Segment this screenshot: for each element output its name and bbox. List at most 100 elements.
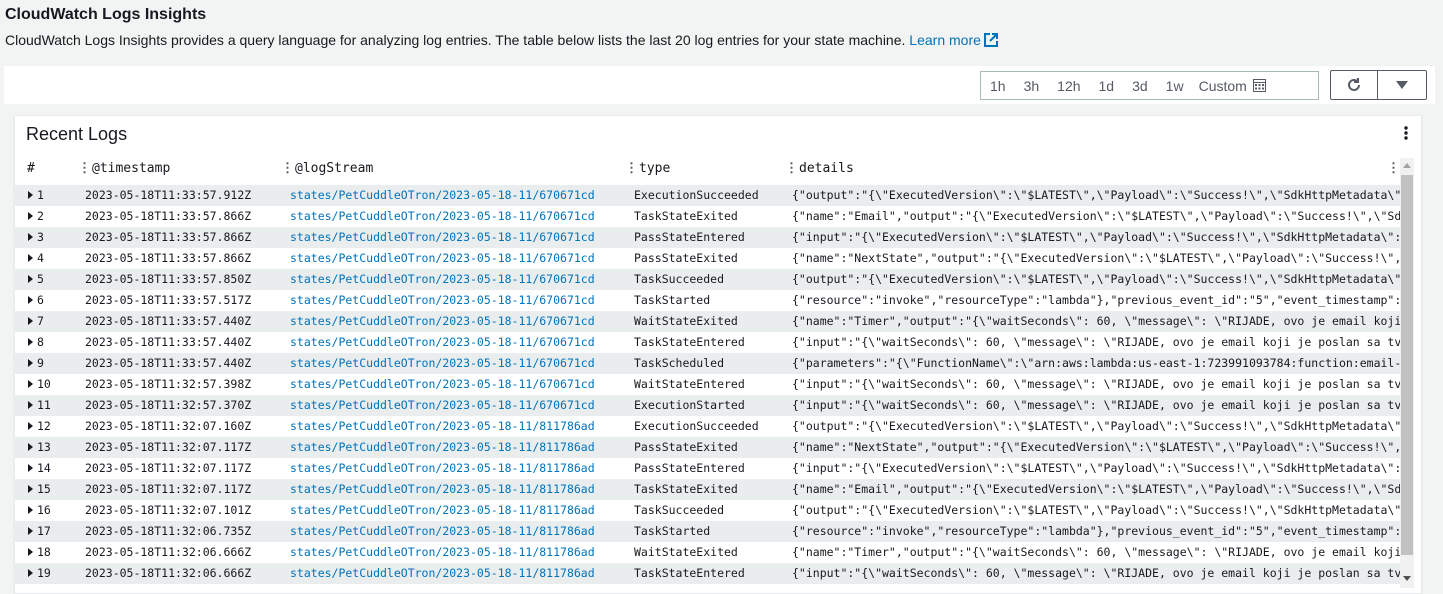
logstream-link[interactable]: states/PetCuddleOTron/2023-05-18-11/6706… (290, 209, 630, 223)
logstream-link[interactable]: states/PetCuddleOTron/2023-05-18-11/8117… (290, 419, 630, 433)
logstream-link[interactable]: states/PetCuddleOTron/2023-05-18-11/6706… (290, 398, 630, 412)
vertical-scrollbar[interactable] (1400, 158, 1414, 588)
table-row[interactable]: 12 2023-05-18T11:32:07.160Z states/PetCudd… (15, 416, 1413, 437)
row-expand-toggle[interactable]: 7 (28, 314, 78, 328)
row-expand-toggle[interactable]: 13 (28, 440, 78, 454)
row-expand-toggle[interactable]: 19 (28, 566, 78, 580)
table-row[interactable]: 5 2023-05-18T11:33:57.850Z states/PetCuddl… (15, 269, 1413, 290)
logstream-link[interactable]: states/PetCuddleOTron/2023-05-18-11/6706… (290, 188, 630, 202)
type-cell: ExecutionSucceeded (634, 419, 759, 433)
range-1w-button[interactable]: 1w (1157, 72, 1193, 99)
expand-arrow-icon (28, 191, 33, 199)
table-row[interactable]: 8 2023-05-18T11:33:57.440Z states/PetCuddl… (15, 332, 1413, 353)
column-resize-handle[interactable]: ⋮ (78, 161, 91, 176)
column-header-logstream[interactable]: ⋮@logStream (281, 161, 373, 176)
refresh-options-dropdown[interactable] (1377, 70, 1427, 100)
column-header-type[interactable]: ⋮type (625, 161, 670, 176)
row-expand-toggle[interactable]: 3 (28, 230, 78, 244)
table-row[interactable]: 15 2023-05-18T11:32:07.117Z states/PetCudd… (15, 479, 1413, 500)
table-row[interactable]: 7 2023-05-18T11:33:57.440Z states/PetCuddl… (15, 311, 1413, 332)
column-resize-handle[interactable]: ⋮ (281, 161, 294, 176)
column-resize-handle[interactable]: ⋮ (1387, 161, 1401, 176)
logstream-link[interactable]: states/PetCuddleOTron/2023-05-18-11/6706… (290, 356, 630, 370)
row-expand-toggle[interactable]: 4 (28, 251, 78, 265)
row-expand-toggle[interactable]: 9 (28, 356, 78, 370)
row-expand-toggle[interactable]: 5 (28, 272, 78, 286)
timestamp-cell: 2023-05-18T11:32:06.666Z (85, 566, 252, 580)
logstream-link[interactable]: states/PetCuddleOTron/2023-05-18-11/8117… (290, 524, 630, 538)
scroll-thumb[interactable] (1401, 175, 1413, 555)
row-index: 18 (37, 545, 51, 559)
table-row[interactable]: 11 2023-05-18T11:32:57.370Z states/PetCudd… (15, 395, 1413, 416)
logstream-link[interactable]: states/PetCuddleOTron/2023-05-18-11/6706… (290, 335, 630, 349)
row-expand-toggle[interactable]: 15 (28, 482, 78, 496)
column-header-details[interactable]: ⋮details (785, 161, 854, 176)
table-row[interactable]: 6 2023-05-18T11:33:57.517Z states/PetCuddl… (15, 290, 1413, 311)
details-cell: {"name":"Timer","output":"{\"waitSeconds… (792, 314, 1412, 328)
table-row[interactable]: 18 2023-05-18T11:32:06.666Z states/PetCudd… (15, 542, 1413, 563)
row-expand-toggle[interactable]: 12 (28, 419, 78, 433)
scroll-up-arrow-icon[interactable] (1403, 163, 1411, 168)
expand-arrow-icon (28, 254, 33, 262)
timestamp-cell: 2023-05-18T11:32:57.398Z (85, 377, 252, 391)
logstream-link[interactable]: states/PetCuddleOTron/2023-05-18-11/8117… (290, 482, 630, 496)
range-3d-button[interactable]: 3d (1123, 72, 1157, 99)
table-row[interactable]: 9 2023-05-18T11:33:57.440Z states/PetCuddl… (15, 353, 1413, 374)
details-cell: {"input":"{\"waitSeconds\": 60, \"messag… (792, 398, 1412, 412)
table-row[interactable]: 17 2023-05-18T11:32:06.735Z states/PetCudd… (15, 521, 1413, 542)
refresh-button[interactable] (1330, 70, 1378, 100)
table-row[interactable]: 14 2023-05-18T11:32:07.117Z states/PetCudd… (15, 458, 1413, 479)
scroll-down-arrow-icon[interactable] (1403, 576, 1411, 581)
type-cell: PassStateEntered (634, 461, 745, 475)
logstream-link[interactable]: states/PetCuddleOTron/2023-05-18-11/6706… (290, 230, 630, 244)
recent-logs-panel: Recent Logs # ⋮@timestamp ⋮@logStream ⋮t… (14, 115, 1422, 594)
learn-more-label: Learn more (909, 32, 981, 48)
row-index: 13 (37, 440, 51, 454)
row-expand-toggle[interactable]: 1 (28, 188, 78, 202)
logstream-link[interactable]: states/PetCuddleOTron/2023-05-18-11/6706… (290, 272, 630, 286)
logstream-link[interactable]: states/PetCuddleOTron/2023-05-18-11/6706… (290, 293, 630, 307)
logstream-link[interactable]: states/PetCuddleOTron/2023-05-18-11/8117… (290, 545, 630, 559)
learn-more-link[interactable]: Learn more (909, 32, 998, 48)
row-expand-toggle[interactable]: 17 (28, 524, 78, 538)
table-row[interactable]: 4 2023-05-18T11:33:57.866Z states/PetCuddl… (15, 248, 1413, 269)
row-expand-toggle[interactable]: 14 (28, 461, 78, 475)
row-expand-toggle[interactable]: 8 (28, 335, 78, 349)
column-resize-handle[interactable]: ⋮ (785, 161, 798, 176)
logstream-link[interactable]: states/PetCuddleOTron/2023-05-18-11/6706… (290, 377, 630, 391)
table-row[interactable]: 13 2023-05-18T11:32:07.117Z states/PetCudd… (15, 437, 1413, 458)
range-custom-button[interactable]: Custom (1193, 72, 1275, 99)
table-row[interactable]: 1 2023-05-18T11:33:57.912Z states/PetCuddl… (15, 185, 1413, 206)
table-row[interactable]: 2 2023-05-18T11:33:57.866Z states/PetCuddl… (15, 206, 1413, 227)
row-expand-toggle[interactable]: 18 (28, 545, 78, 559)
type-cell: WaitStateExited (634, 314, 738, 328)
kebab-menu-icon[interactable] (1404, 126, 1408, 140)
row-expand-toggle[interactable]: 11 (28, 398, 78, 412)
logstream-link[interactable]: states/PetCuddleOTron/2023-05-18-11/6706… (290, 314, 630, 328)
range-3h-button[interactable]: 3h (1015, 72, 1049, 99)
type-cell: PassStateEntered (634, 230, 745, 244)
logstream-link[interactable]: states/PetCuddleOTron/2023-05-18-11/8117… (290, 440, 630, 454)
row-expand-toggle[interactable]: 2 (28, 209, 78, 223)
expand-arrow-icon (28, 338, 33, 346)
table-row[interactable]: 16 2023-05-18T11:32:07.101Z states/PetCudd… (15, 500, 1413, 521)
range-1d-button[interactable]: 1d (1090, 72, 1124, 99)
column-header-timestamp[interactable]: ⋮@timestamp (78, 161, 170, 176)
logstream-link[interactable]: states/PetCuddleOTron/2023-05-18-11/6706… (290, 251, 630, 265)
details-cell: {"input":"{\"ExecutedVersion\":\"$LATEST… (792, 461, 1412, 475)
logstream-link[interactable]: states/PetCuddleOTron/2023-05-18-11/8117… (290, 566, 630, 580)
row-expand-toggle[interactable]: 16 (28, 503, 78, 517)
table-row[interactable]: 19 2023-05-18T11:32:06.666Z states/PetCudd… (15, 563, 1413, 584)
logstream-link[interactable]: states/PetCuddleOTron/2023-05-18-11/8117… (290, 503, 630, 517)
table-row[interactable]: 10 2023-05-18T11:32:57.398Z states/PetCudd… (15, 374, 1413, 395)
logstream-link[interactable]: states/PetCuddleOTron/2023-05-18-11/8117… (290, 461, 630, 475)
details-cell: {"name":"NextState","output":"{\"Execute… (792, 251, 1412, 265)
refresh-icon (1348, 78, 1360, 91)
range-1h-button[interactable]: 1h (981, 72, 1015, 99)
expand-arrow-icon (28, 527, 33, 535)
row-expand-toggle[interactable]: 10 (28, 377, 78, 391)
range-12h-button[interactable]: 12h (1048, 72, 1089, 99)
table-row[interactable]: 3 2023-05-18T11:33:57.866Z states/PetCuddl… (15, 227, 1413, 248)
row-expand-toggle[interactable]: 6 (28, 293, 78, 307)
column-resize-handle[interactable]: ⋮ (625, 161, 638, 176)
